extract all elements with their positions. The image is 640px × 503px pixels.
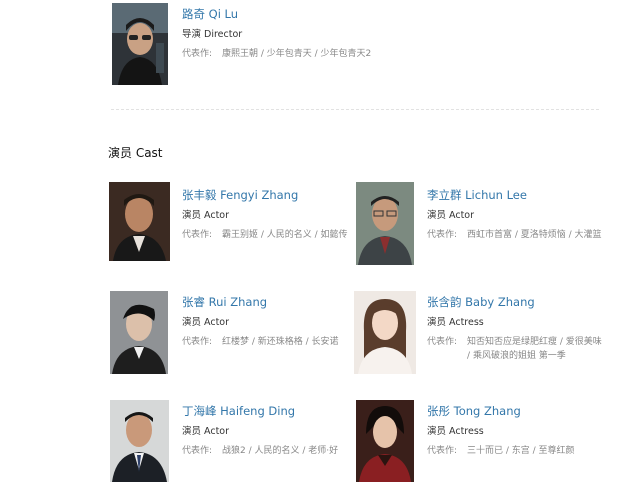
cast-photo[interactable] — [354, 291, 416, 374]
person-photo-icon — [112, 3, 168, 85]
cast-role: 演员 Actress — [427, 426, 484, 437]
person-photo-icon — [110, 400, 169, 482]
person-photo-icon — [354, 291, 416, 374]
cast-works[interactable]: 红楼梦 / 新还珠格格 / 长安诺 — [222, 335, 339, 349]
cast-name-link[interactable]: 张睿 Rui Zhang — [182, 295, 357, 310]
cast-works[interactable]: 战狼2 / 人民的名义 / 老师·好 — [222, 444, 338, 458]
works-label: 代表作: — [427, 337, 458, 347]
cast-role: 演员 Actress — [427, 317, 484, 328]
cast-section-title: 演员 Cast — [108, 146, 163, 160]
person-photo-icon — [109, 182, 170, 261]
cast-role: 演员 Actor — [182, 426, 230, 437]
cast-role: 演员 Actor — [182, 317, 230, 328]
cast-photo[interactable] — [110, 291, 168, 374]
cast-works-row: 代表作: 战狼2 / 人民的名义 / 老师·好 — [182, 444, 357, 458]
cast-role: 演员 Actor — [182, 210, 230, 221]
director-photo[interactable] — [112, 3, 168, 85]
cast-photo[interactable] — [110, 400, 169, 482]
cast-works-row: 代表作: 红楼梦 / 新还珠格格 / 长安诺 — [182, 335, 357, 349]
cast-role: 演员 Actor — [427, 210, 475, 221]
cast-name-link[interactable]: 丁海峰 Haifeng Ding — [182, 404, 357, 419]
cast-photo[interactable] — [109, 182, 170, 261]
cast-works[interactable]: 三十而已 / 东宫 / 至尊红颜 — [467, 444, 575, 458]
cast-works-row: 代表作: 西虹市首富 / 夏洛特烦恼 / 大灌篮 — [427, 228, 602, 242]
cast-works[interactable]: 知否知否应是绿肥红瘦 / 爱很美味 / 乘风破浪的姐姐 第一季 — [467, 335, 603, 363]
director-role: 导演 Director — [182, 29, 243, 40]
person-photo-icon — [110, 291, 168, 374]
cast-name-link[interactable]: 张含韵 Baby Zhang — [427, 295, 603, 310]
cast-works-row: 代表作: 三十而已 / 东宫 / 至尊红颜 — [427, 444, 602, 458]
director-works-row: 代表作: 康熙王朝 / 少年包青天 / 少年包青天2 — [182, 47, 442, 61]
cast-name-link[interactable]: 李立群 Lichun Lee — [427, 188, 602, 203]
director-works[interactable]: 康熙王朝 / 少年包青天 / 少年包青天2 — [222, 47, 371, 61]
person-photo-icon — [356, 182, 414, 265]
cast-photo[interactable] — [356, 400, 414, 482]
cast-photo[interactable] — [356, 182, 414, 265]
cast-works[interactable]: 霸王别姬 / 人民的名义 / 如懿传 — [222, 228, 348, 242]
cast-name-link[interactable]: 张彤 Tong Zhang — [427, 404, 602, 419]
cast-works[interactable]: 西虹市首富 / 夏洛特烦恼 / 大灌篮 — [467, 228, 602, 242]
works-label: 代表作: — [182, 49, 213, 59]
works-label: 代表作: — [182, 230, 213, 240]
director-name-link[interactable]: 路奇 Qi Lu — [182, 7, 442, 22]
section-divider — [111, 109, 599, 110]
works-label: 代表作: — [182, 337, 213, 347]
works-label: 代表作: — [182, 446, 213, 456]
works-label: 代表作: — [427, 446, 458, 456]
works-label: 代表作: — [427, 230, 458, 240]
cast-works-row: 代表作: 知否知否应是绿肥红瘦 / 爱很美味 / 乘风破浪的姐姐 第一季 — [427, 335, 603, 363]
cast-name-link[interactable]: 张丰毅 Fengyi Zhang — [182, 188, 352, 203]
person-photo-icon — [356, 400, 414, 482]
cast-works-row: 代表作: 霸王别姬 / 人民的名义 / 如懿传 — [182, 228, 352, 242]
